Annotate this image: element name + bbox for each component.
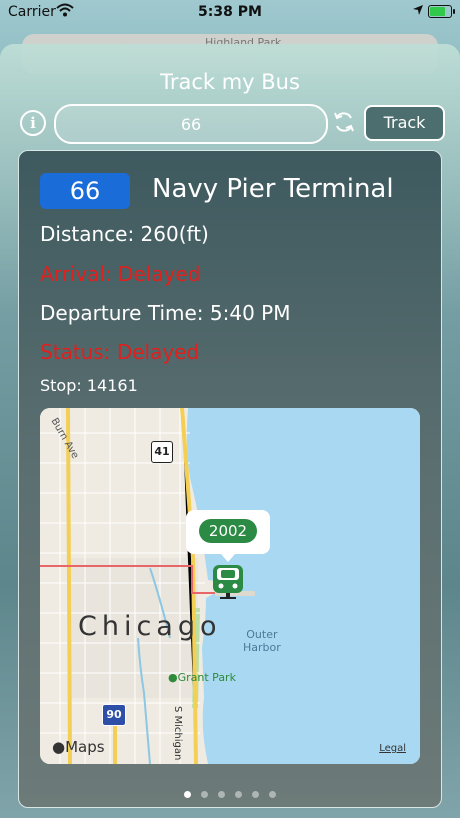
bus-callout[interactable]: 2002 (186, 510, 270, 562)
stop-id: Stop: 14161 (40, 376, 138, 395)
refresh-icon[interactable] (332, 109, 356, 135)
maps-attribution: ●Maps (52, 738, 105, 756)
map-harbor-label: Outer Harbor (243, 628, 281, 654)
highway-41-shield: 41 (151, 441, 173, 463)
bus-marker-icon[interactable] (212, 564, 244, 600)
map-street-label: S Michigan (172, 706, 183, 761)
map-park-label: ●Grant Park (168, 671, 236, 684)
map-city-label: Chicago (78, 611, 222, 642)
stop-name: Navy Pier Terminal (152, 174, 394, 204)
route-badge: 66 (40, 173, 130, 209)
apple-logo-icon: ● (52, 738, 66, 756)
map-view[interactable]: Burn Ave 41 90 Chicago Outer Harbor ●Gran… (40, 408, 420, 764)
page-dot[interactable] (235, 791, 242, 798)
location-arrow-icon (413, 5, 423, 15)
page-dot[interactable] (201, 791, 208, 798)
page-title: Track my Bus (160, 70, 300, 94)
page-dot[interactable] (218, 791, 225, 798)
legal-link[interactable]: Legal (379, 743, 406, 754)
page-dot[interactable] (252, 791, 259, 798)
battery-icon (428, 5, 455, 18)
page-indicator[interactable] (0, 783, 460, 802)
highway-90-shield: 90 (102, 704, 126, 726)
page-dot[interactable] (184, 791, 191, 798)
status-bar: Carrier 5:38 PM (0, 0, 460, 26)
arrival-text: Arrival: Delayed (40, 262, 201, 286)
bus-vehicle-number: 2002 (199, 519, 257, 543)
distance-text: Distance: 260(ft) (40, 222, 209, 246)
route-input[interactable] (54, 104, 328, 144)
page-dot[interactable] (269, 791, 276, 798)
tree-icon: ● (168, 671, 178, 684)
status-text: Status: Delayed (40, 340, 200, 364)
info-icon[interactable]: i (20, 110, 46, 136)
track-button[interactable]: Track (364, 105, 445, 141)
clock: 5:38 PM (198, 4, 262, 20)
departure-text: Departure Time: 5:40 PM (40, 301, 291, 325)
